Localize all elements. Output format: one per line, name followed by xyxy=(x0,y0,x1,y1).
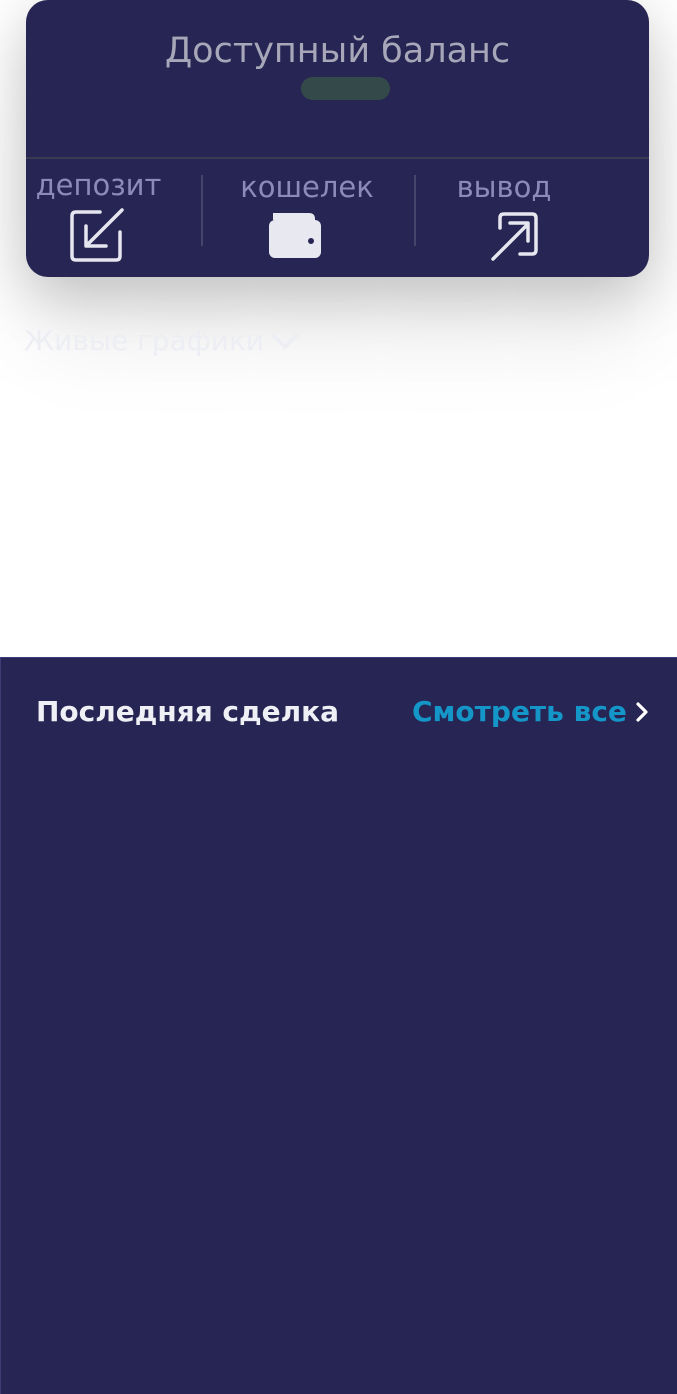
action-separator xyxy=(201,175,203,246)
withdraw-label: вывод xyxy=(456,170,552,204)
balance-card: Доступный баланс депозит кошелек вывод xyxy=(26,0,649,277)
balance-title: Доступный баланс xyxy=(164,31,511,71)
balance-amount-placeholder xyxy=(301,77,390,100)
wallet-label: кошелек xyxy=(240,170,374,204)
deposit-label: депозит xyxy=(35,168,162,202)
live-charts-toggle[interactable]: Живые графики xyxy=(24,322,300,360)
wallet-button[interactable]: кошелек xyxy=(222,166,392,266)
wallet-icon xyxy=(269,213,321,258)
view-all-label: Смотреть все xyxy=(412,695,627,728)
action-separator xyxy=(414,175,416,246)
chevron-right-icon xyxy=(636,702,648,722)
withdraw-icon xyxy=(491,212,538,261)
card-divider xyxy=(26,157,649,159)
live-charts-label: Живые графики xyxy=(24,324,264,357)
last-trade-panel: Последняя сделка Смотреть все xyxy=(0,657,677,1394)
last-trade-title: Последняя сделка xyxy=(36,695,340,728)
view-all-link[interactable]: Смотреть все xyxy=(412,692,649,732)
withdraw-button[interactable]: вывод xyxy=(434,166,574,266)
deposit-icon xyxy=(70,208,124,262)
deposit-button[interactable]: депозит xyxy=(26,166,171,266)
chevron-down-icon xyxy=(271,333,299,349)
